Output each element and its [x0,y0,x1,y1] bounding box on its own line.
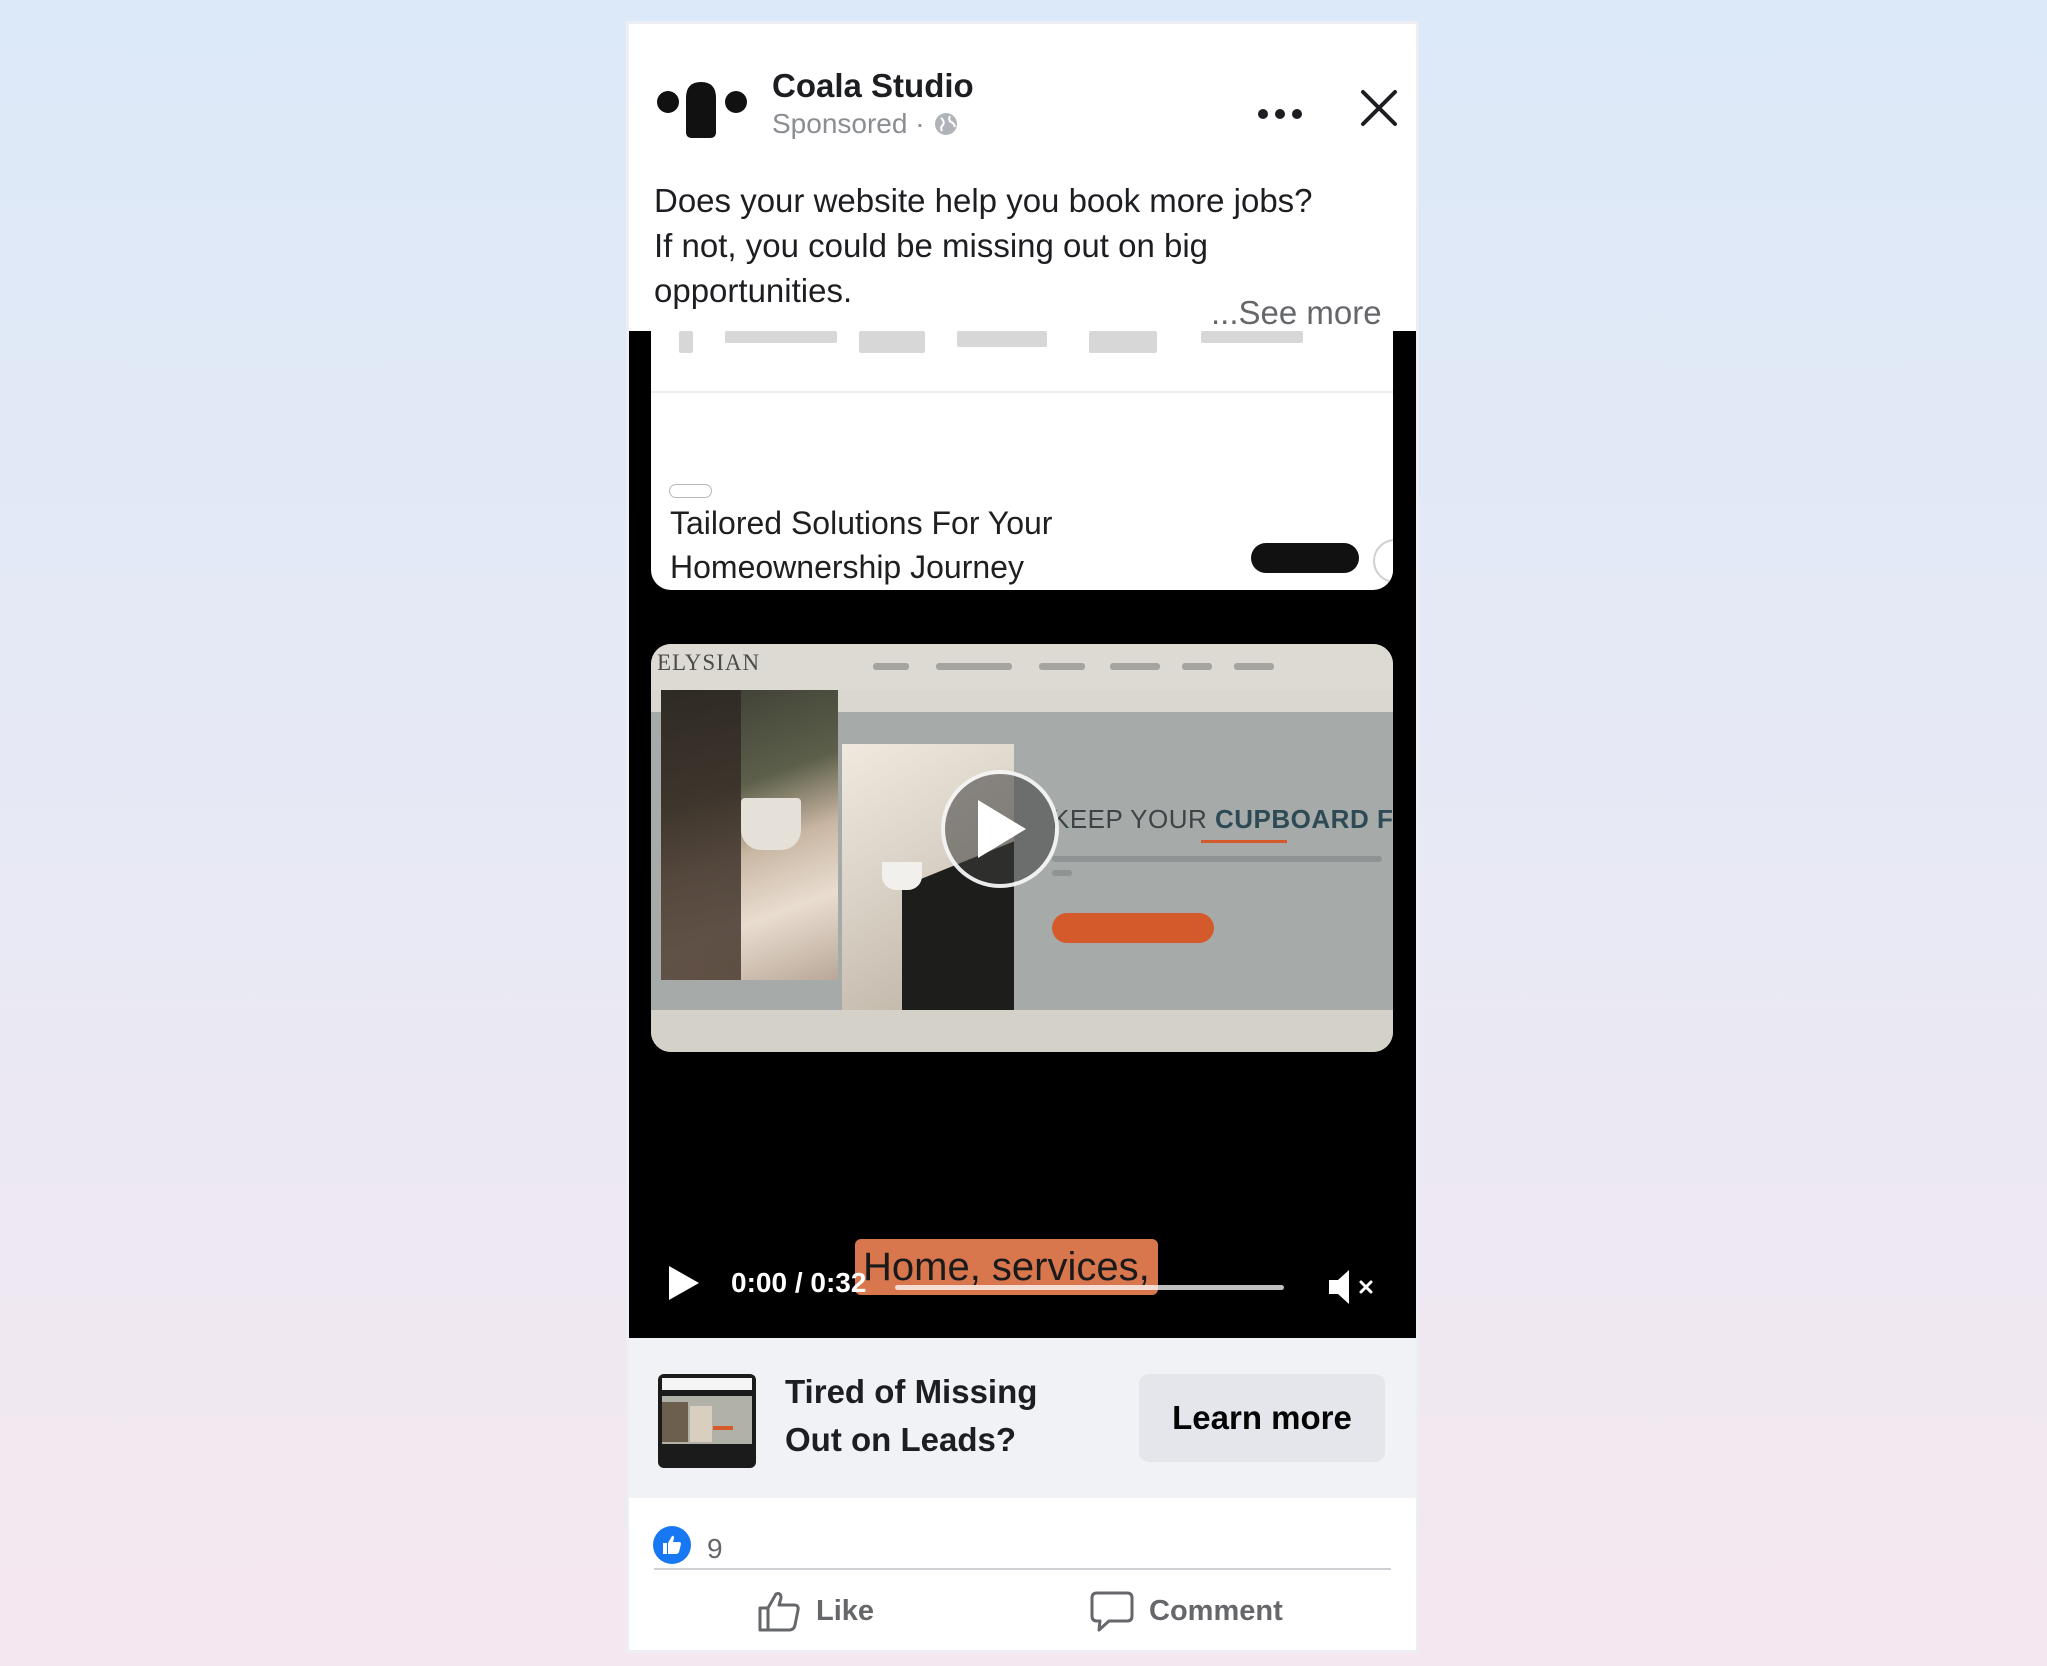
sponsored-label: Sponsored · [772,108,925,139]
hero-photo-woman [661,690,838,980]
frame-headline: Tailored Solutions For Your Homeownershi… [670,501,1052,589]
frame-pill-button [1251,543,1359,573]
site-brand: ELYSIAN [657,650,761,675]
like-reaction-icon [653,1526,691,1564]
learn-more-button[interactable]: Learn more [1139,1374,1385,1462]
hero-bottom-strip [651,1010,1393,1052]
frame-peek-circle [1373,539,1393,583]
comment-label: Comment [1149,1594,1283,1627]
video-frame-services-section: Tailored Solutions For Your Homeownershi… [651,331,1393,590]
page-name[interactable]: Coala Studio [772,67,974,105]
hero-title: KEEP YOUR CUPBOARD FUL [1052,804,1393,835]
partner-logos-strip [651,331,1393,393]
hero-title-prefix: KEEP YOUR [1052,804,1215,834]
post-caption: Does your website help you book more job… [654,178,1394,313]
play-icon[interactable] [663,1263,703,1303]
link-thumbnail[interactable] [658,1374,756,1468]
site-nav-bar: ELYSIAN [651,644,1393,690]
frame-headline-line: Homeownership Journey [670,549,1024,585]
hero-title-emphasis: CUPBOARD FUL [1215,804,1393,834]
more-options-icon[interactable] [1248,96,1312,132]
hero-subtext [1052,856,1382,862]
comment-icon [1090,1591,1134,1632]
coala-logo-icon[interactable] [656,72,752,144]
video-time: 0:00 / 0:32 [731,1267,867,1298]
thumbs-up-icon [758,1592,800,1632]
video-player[interactable]: Tailored Solutions For Your Homeownershi… [629,331,1416,1338]
sponsored-post-card: Coala Studio Sponsored · Does your websi… [629,24,1416,1650]
footer-divider [654,1568,1391,1570]
reactions-summary[interactable]: 9 [651,1500,1391,1570]
like-label: Like [816,1594,875,1627]
link-title[interactable]: Tired of Missing Out on Leads? [785,1368,1085,1464]
link-title-line: Tired of Missing [785,1373,1038,1410]
like-button[interactable]: Like [756,1580,874,1642]
close-icon[interactable] [1349,78,1409,138]
video-progress-track[interactable] [895,1285,1284,1290]
play-icon [978,800,1026,858]
hero-cta-button [1052,913,1214,943]
link-preview[interactable]: Tired of Missing Out on Leads? Learn mor… [629,1338,1416,1498]
caption-line: If not, you could be missing out on big [654,227,1209,264]
sponsored-label-row: Sponsored · [772,108,959,140]
globe-icon [934,113,957,135]
see-more-link[interactable]: ...See more [1211,294,1382,332]
caption-line: Does your website help you book more job… [654,182,1313,219]
reaction-count: 9 [707,1533,723,1564]
hero-subtext [1052,870,1072,876]
frame-badge [669,484,713,498]
post-header: Coala Studio Sponsored · [629,24,1416,174]
frame-headline-line: Tailored Solutions For Your [670,505,1053,541]
comment-button[interactable]: Comment [1089,1580,1283,1642]
video-controls: 0:00 / 0:32 [629,1251,1416,1313]
play-overlay-button[interactable] [941,770,1059,888]
mute-icon[interactable] [1325,1265,1381,1309]
hero-underline [1201,840,1287,843]
link-title-line: Out on Leads? [785,1421,1016,1458]
